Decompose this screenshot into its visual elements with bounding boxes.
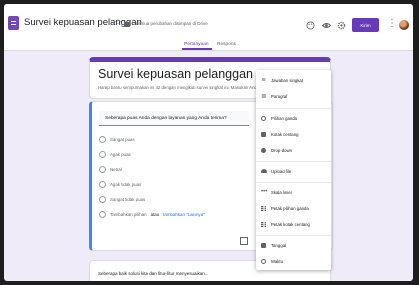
clock-icon [261, 258, 266, 264]
form-description[interactable]: Harap bantu sempurnakan ini 42 dengan me… [98, 85, 258, 90]
gear-icon[interactable] [337, 21, 346, 30]
menu-item-checkboxes[interactable]: Kotak centang [256, 128, 331, 140]
cloud-upload-icon [261, 169, 267, 173]
dropdown-icon [261, 147, 266, 153]
menu-item-dropdown[interactable]: Drop-down [256, 144, 331, 156]
menu-item-label: Jawaban singkat [271, 77, 304, 83]
question-type-menu: ≡ Jawaban singkat ≣ Paragraf Pilihan gan… [256, 70, 331, 270]
tab-responses[interactable]: Respons [217, 42, 236, 47]
radio-icon [261, 115, 266, 121]
option-label[interactable]: Agak puas [110, 152, 131, 157]
eye-icon[interactable] [322, 21, 331, 30]
calendar-icon [261, 242, 266, 248]
menu-item-paragraph[interactable]: ≣ Paragraf [256, 90, 331, 102]
send-button[interactable]: Kirim [352, 18, 379, 32]
menu-item-linear-scale[interactable]: ••• Skala linier [256, 186, 331, 198]
menu-item-date[interactable]: Tanggal [256, 239, 331, 251]
menu-item-multiple-choice-grid[interactable]: Petak pilihan ganda [256, 202, 331, 214]
radio-icon [99, 166, 106, 173]
radio-icon [99, 196, 106, 203]
radio-icon [99, 151, 106, 158]
more-icon[interactable]: ⋮ [387, 19, 397, 29]
add-option-row[interactable]: Tambahkan pilihan atau tambahkan "Lainny… [99, 211, 205, 218]
duplicate-icon[interactable] [240, 237, 248, 245]
menu-item-label: Drop-down [271, 147, 293, 153]
radio-icon [99, 181, 106, 188]
tab-questions[interactable]: Pertanyaan [184, 42, 209, 47]
linear-scale-icon: ••• [261, 188, 268, 195]
add-other-link[interactable]: tambahkan "Lainnya" [163, 212, 204, 217]
add-option-link[interactable]: Tambahkan pilihan [110, 212, 147, 217]
screen: Survei kepuasan pelanggan ☆ Semua peruba… [4, 4, 413, 281]
option-row[interactable]: Agak tidak puas [99, 181, 141, 188]
menu-item-label: Waktu [271, 258, 284, 264]
menu-item-label: Petak kotak centang [271, 221, 310, 227]
menu-item-label: Kotak centang [271, 131, 299, 137]
avatar[interactable] [399, 20, 409, 30]
option-label[interactable]: Sangat tidak puas [110, 197, 145, 202]
menu-divider [256, 161, 331, 162]
menu-item-label: Tanggal [271, 242, 287, 248]
grid-icon [261, 205, 266, 211]
grid-check-icon [261, 221, 266, 227]
menu-divider [256, 108, 331, 109]
next-question-text[interactable]: Seberapa baik solusi kita dan fitur-fitu… [98, 271, 209, 276]
menu-item-label: Pilihan ganda [271, 115, 298, 121]
option-row[interactable]: Sangat tidak puas [99, 196, 145, 203]
palette-icon[interactable] [306, 21, 315, 30]
or-label: atau [150, 212, 160, 217]
form-title[interactable]: Survei kepuasan pelanggan [98, 67, 253, 81]
question-input[interactable]: Seberapa puas Anda dengan layanan yang A… [99, 111, 249, 126]
menu-item-checkbox-grid[interactable]: Petak kotak centang [256, 218, 331, 230]
menu-item-short-answer[interactable]: ≡ Jawaban singkat [256, 74, 331, 86]
active-tab-indicator [182, 48, 212, 50]
option-row[interactable]: Netral [99, 166, 122, 173]
topbar: Survei kepuasan pelanggan ☆ Semua peruba… [4, 4, 413, 51]
folder-icon[interactable] [124, 22, 130, 27]
option-row[interactable]: Agak puas [99, 151, 131, 158]
option-label[interactable]: Agak tidak puas [110, 182, 141, 187]
option-label[interactable]: Sangat puas [110, 137, 135, 142]
star-icon[interactable]: ☆ [114, 18, 122, 27]
menu-item-label: Petak pilihan ganda [271, 205, 309, 211]
paragraph-icon: ≣ [261, 92, 267, 100]
menu-divider [256, 235, 331, 236]
radio-icon [99, 211, 106, 218]
menu-item-multiple-choice[interactable]: Pilihan ganda [256, 112, 331, 124]
menu-item-label: Upload file [271, 168, 292, 174]
forms-logo-icon[interactable] [8, 16, 19, 30]
option-label[interactable]: Netral [110, 167, 122, 172]
menu-item-time[interactable]: Waktu [256, 255, 331, 267]
checkbox-icon [261, 131, 266, 137]
menu-item-file-upload[interactable]: Upload file [256, 165, 331, 177]
short-answer-icon: ≡ [261, 76, 266, 84]
menu-divider [256, 182, 331, 183]
menu-item-label: Paragraf [271, 93, 288, 99]
option-row[interactable]: Sangat puas [99, 136, 135, 143]
radio-icon [99, 136, 106, 143]
menu-item-label: Skala linier [271, 189, 293, 195]
saved-status: Semua perubahan disimpan di Drive [135, 21, 208, 26]
